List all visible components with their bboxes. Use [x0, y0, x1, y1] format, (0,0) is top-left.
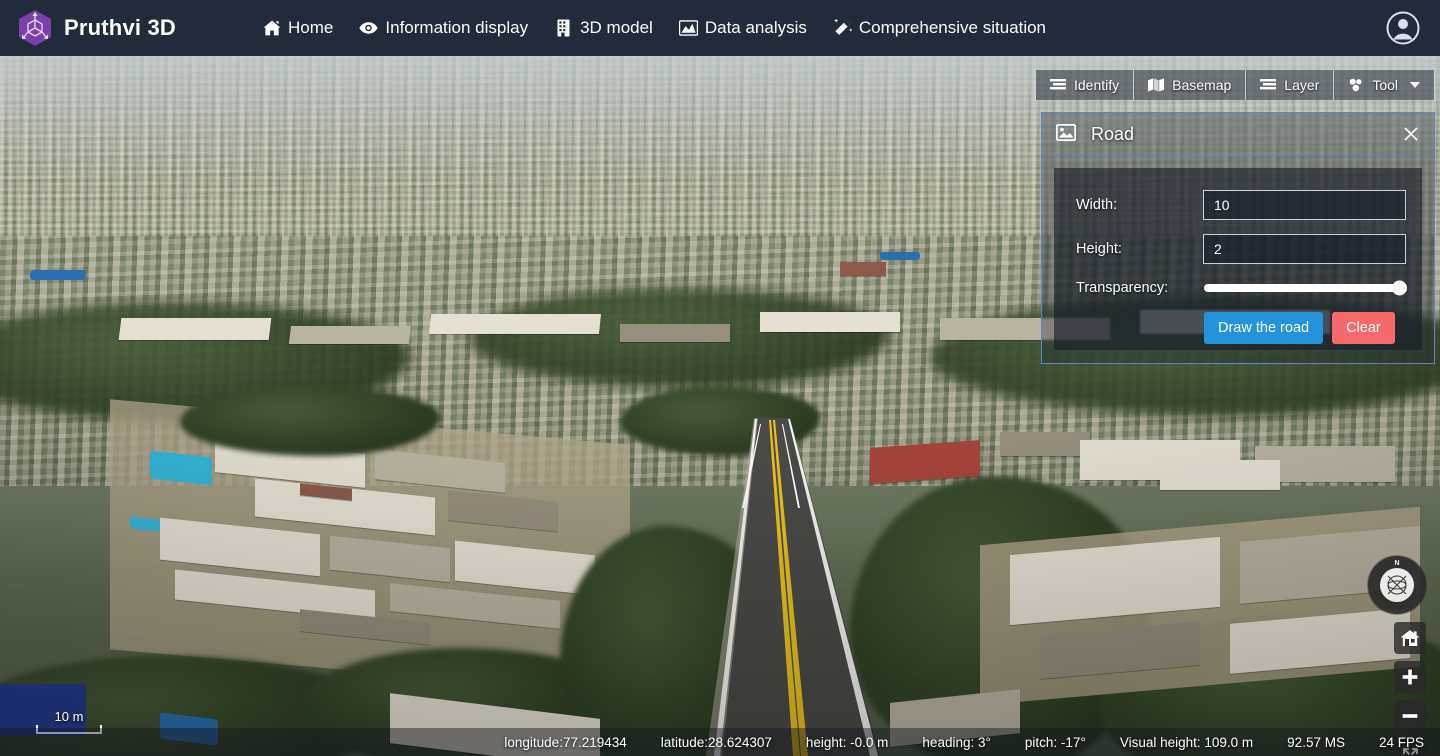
toolbar-button-tool[interactable]: Tool — [1334, 70, 1435, 100]
road-panel-actions: Draw the road Clear — [1204, 312, 1406, 344]
nav-label-3d-model: 3D model — [580, 18, 653, 37]
nav-label-data-analysis: Data analysis — [704, 18, 807, 37]
brand-title: Pruthvi 3D — [64, 15, 177, 40]
width-label: Width: — [1076, 197, 1118, 213]
vegetation-mass — [620, 386, 820, 456]
toolbar-button-layer[interactable]: Layer — [1246, 70, 1335, 100]
toolbar-label-layer: Layer — [1284, 77, 1320, 93]
cube-3d-hex-icon — [18, 9, 52, 47]
list-lines-icon — [1049, 77, 1066, 93]
toolbar-button-basemap[interactable]: Basemap — [1134, 70, 1247, 100]
compass-navigator-icon[interactable]: N — [1368, 556, 1426, 614]
brand: Pruthvi 3D — [18, 9, 176, 47]
nav-item-comprehensive-situation[interactable]: Comprehensive situation — [833, 18, 1046, 38]
user-circle-icon[interactable] — [1386, 11, 1420, 45]
layers-lines-icon — [1260, 77, 1277, 93]
nav-item-information-display[interactable]: Information display — [359, 18, 528, 38]
water-body — [30, 270, 86, 280]
compass-inner-dial[interactable] — [1380, 568, 1414, 602]
status-heading: heading: 3° — [922, 734, 991, 750]
transparency-slider-handle[interactable] — [1392, 280, 1407, 296]
field-row-transparency: Transparency: — [1076, 278, 1407, 298]
image-picture-icon — [1056, 124, 1076, 144]
road-tool-panel: Road Width: Height: Transparency: — [1041, 112, 1435, 364]
building-block — [620, 324, 730, 342]
chart-area-icon — [678, 19, 698, 38]
status-fps: 24 FPS — [1378, 734, 1424, 750]
nav-item-data-analysis[interactable]: Data analysis — [678, 18, 807, 38]
tools-cluster-icon — [1348, 77, 1364, 93]
building-icon — [554, 19, 573, 38]
home-house-icon[interactable] — [1394, 622, 1426, 654]
scale-bar-label: 10 m — [54, 709, 84, 724]
toolbar-label-identify: Identify — [1073, 77, 1120, 93]
road-panel-body: Width: Height: Transparency: Draw the ro… — [1054, 168, 1422, 350]
compass-north-label: N — [1394, 560, 1400, 567]
transparency-slider-track[interactable] — [1204, 280, 1407, 296]
nav-item-home[interactable]: Home — [262, 18, 333, 38]
height-label: Height: — [1076, 241, 1122, 257]
status-visual-height: Visual height: 109.0 m — [1119, 734, 1254, 750]
water-body — [880, 252, 920, 260]
building-block — [840, 262, 886, 276]
width-input[interactable] — [1203, 190, 1406, 220]
clear-button[interactable]: Clear — [1332, 312, 1395, 344]
nav-label-comprehensive-situation: Comprehensive situation — [858, 18, 1047, 37]
building-block — [288, 326, 412, 344]
building-block — [870, 440, 980, 484]
building-block — [1160, 460, 1280, 490]
road-panel-header: Road — [1042, 113, 1434, 156]
plus-icon[interactable] — [1394, 661, 1426, 693]
map-toolbar: Identify Basemap Layer Tool — [1034, 70, 1435, 100]
nav-item-3d-model[interactable]: 3D model — [554, 18, 653, 38]
toolbar-label-basemap: Basemap — [1172, 77, 1232, 93]
toolbar-label-tool: Tool — [1372, 77, 1398, 93]
home-icon — [262, 19, 281, 38]
height-input[interactable] — [1203, 234, 1406, 264]
vegetation-mass — [180, 386, 440, 456]
close-x-icon[interactable] — [1400, 123, 1422, 145]
transparency-slider[interactable] — [1204, 278, 1407, 298]
eye-icon — [359, 19, 379, 38]
field-row-height: Height: — [1076, 234, 1406, 264]
building-block — [760, 312, 900, 332]
status-bar: longitude:77.219434 latitude:28.624307 h… — [0, 728, 1440, 756]
building-block — [428, 314, 602, 334]
status-latitude: latitude:28.624307 — [660, 734, 772, 750]
building-block — [1000, 432, 1090, 456]
draw-the-road-button[interactable]: Draw the road — [1204, 312, 1324, 344]
nav-label-home: Home — [288, 18, 334, 37]
map-viewport[interactable]: Identify Basemap Layer Tool Road Width: … — [0, 56, 1440, 756]
status-height: height: -0.0 m — [805, 734, 889, 750]
chevron-down-icon — [1410, 82, 1420, 88]
status-ms: 92.57 MS — [1287, 734, 1345, 750]
status-longitude: longitude:77.219434 — [504, 734, 627, 750]
transparency-label: Transparency: — [1076, 280, 1169, 296]
field-row-width: Width: — [1076, 190, 1406, 220]
toolbar-button-identify[interactable]: Identify — [1034, 70, 1135, 100]
app-header: Pruthvi 3D Home Information display 3D m… — [0, 0, 1440, 56]
magic-wand-icon — [833, 19, 852, 38]
road-panel-title: Road — [1091, 123, 1135, 144]
building-block — [118, 318, 272, 340]
nav-label-information-display: Information display — [385, 18, 529, 37]
map-folded-icon — [1148, 77, 1165, 93]
status-pitch: pitch: -17° — [1024, 734, 1086, 750]
main-nav: Home Information display 3D model Data a… — [262, 18, 1046, 38]
